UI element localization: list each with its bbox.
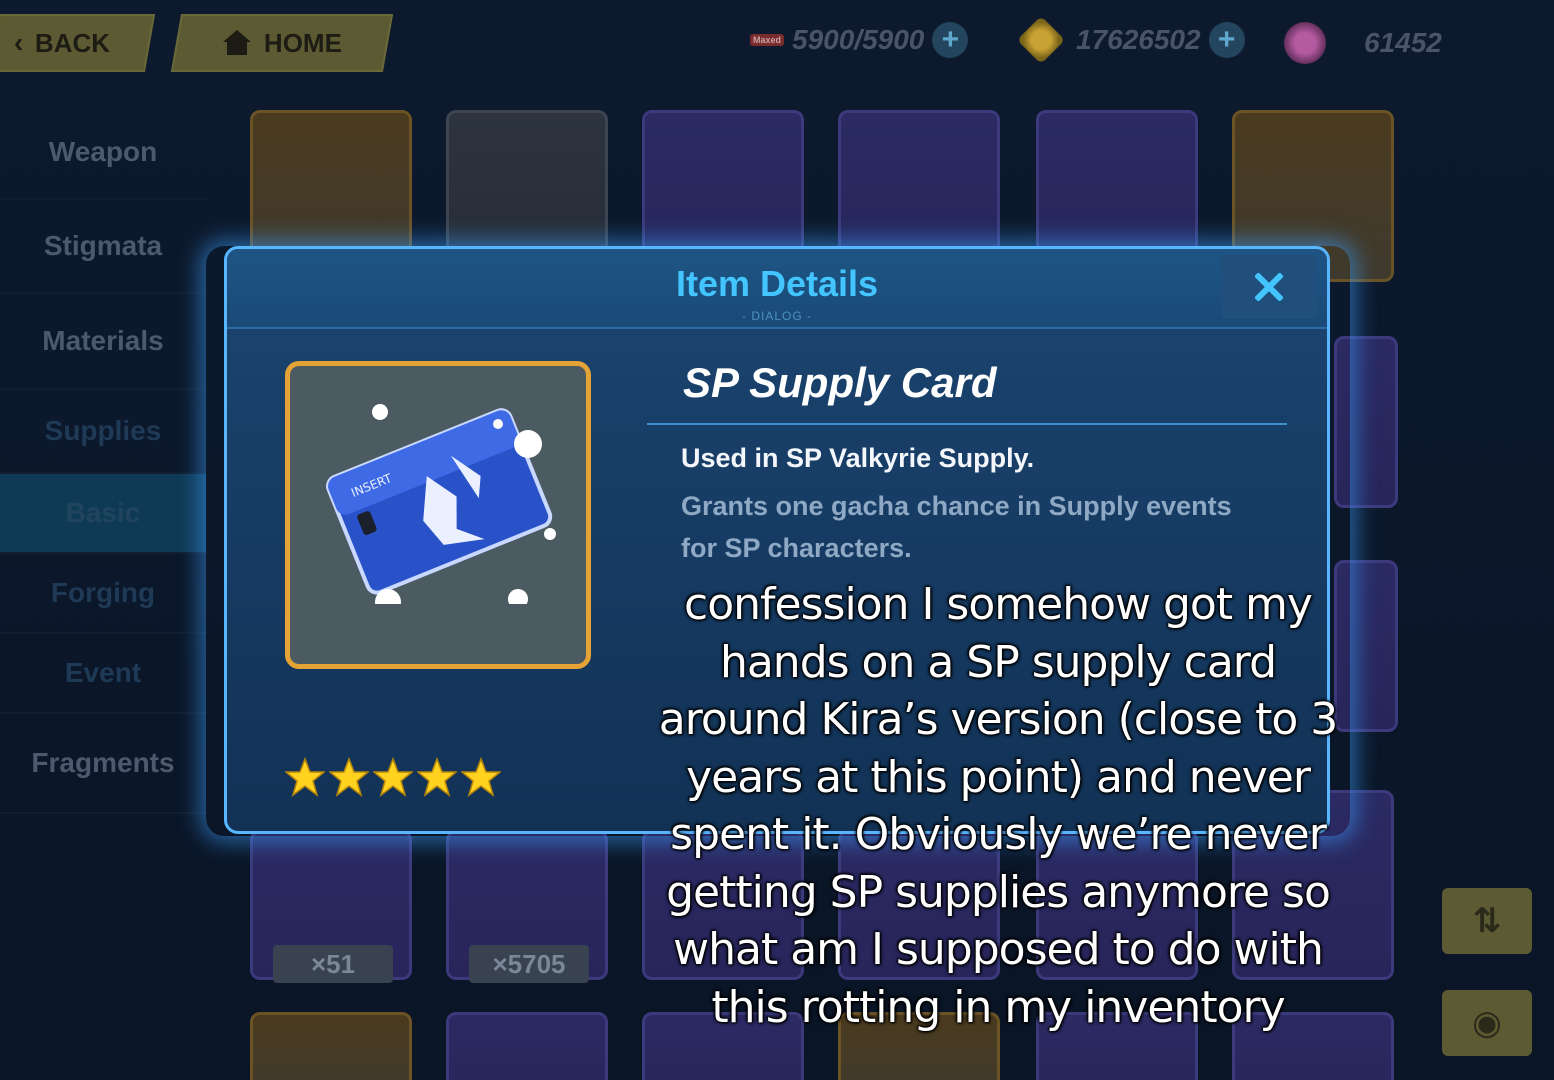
sidebar-item-weapon[interactable]: Weapon bbox=[0, 106, 206, 200]
dialog-header: Item Details - DIALOG - bbox=[227, 249, 1327, 329]
crystal-counter: 61452 bbox=[1284, 22, 1442, 64]
star-icon bbox=[329, 757, 369, 797]
stamina-value: 5900/5900 bbox=[792, 24, 925, 55]
add-stamina-button[interactable]: + bbox=[932, 22, 969, 58]
dialog-subtitle: - DIALOG - bbox=[741, 309, 812, 323]
rarity-stars bbox=[285, 757, 501, 797]
sidebar-item-stigmata[interactable]: Stigmata bbox=[0, 200, 206, 294]
stamina-counter: Maxed 5900/5900 + bbox=[750, 22, 969, 58]
sidebar-item-materials[interactable]: Materials bbox=[0, 294, 206, 390]
back-button[interactable]: ‹ BACK bbox=[0, 14, 156, 72]
sp-supply-card-icon: INSERT bbox=[326, 404, 556, 604]
star-icon bbox=[461, 757, 501, 797]
back-chevron-icon: ‹ bbox=[14, 27, 24, 58]
bag-button[interactable]: ◉ bbox=[1442, 990, 1532, 1056]
maxed-badge: Maxed bbox=[750, 34, 785, 46]
home-icon bbox=[222, 30, 252, 56]
sort-button[interactable]: ⇅ bbox=[1442, 888, 1532, 954]
add-coin-button[interactable]: + bbox=[1208, 22, 1245, 58]
top-bar: ‹ BACK HOME Maxed 5900/5900 + 17626502 +… bbox=[0, 0, 1554, 86]
category-sidebar: Weapon Stigmata Materials Supplies Basic… bbox=[0, 106, 206, 814]
star-icon bbox=[417, 757, 457, 797]
item-count: ×51 bbox=[273, 945, 393, 983]
overlay-caption: confession I somehow got my hands on a S… bbox=[640, 576, 1356, 1036]
item-count: ×5705 bbox=[469, 945, 589, 983]
caption-line: what am I supposed to do with bbox=[673, 924, 1324, 975]
item-name: SP Supply Card bbox=[683, 359, 997, 406]
dialog-title: Item Details bbox=[675, 263, 879, 304]
item-detail: Grants one gacha chance in Supply events… bbox=[681, 485, 1281, 569]
coin-counter: 17626502 + bbox=[1016, 15, 1245, 65]
caption-line: this rotting in my inventory bbox=[711, 981, 1285, 1033]
caption-line: around Kira’s version (close to 3 bbox=[658, 694, 1339, 745]
caption-line: spent it. Obviously we’re never bbox=[670, 809, 1327, 860]
caption-line: confession I somehow got my bbox=[684, 579, 1313, 630]
sidebar-item-event[interactable]: Event bbox=[0, 634, 206, 714]
close-icon bbox=[1254, 272, 1284, 302]
item-detail-line: Grants one gacha chance in Supply events bbox=[681, 491, 1232, 521]
crystal-value: 61452 bbox=[1364, 27, 1442, 58]
caption-line: getting SP supplies anymore so bbox=[666, 866, 1331, 918]
close-button[interactable] bbox=[1221, 255, 1317, 319]
inventory-tile[interactable] bbox=[250, 1012, 412, 1080]
item-detail-line: for SP characters. bbox=[681, 533, 912, 563]
star-icon bbox=[373, 757, 413, 797]
sidebar-item-supplies[interactable]: Supplies bbox=[0, 390, 206, 474]
sidebar-item-fragments[interactable]: Fragments bbox=[0, 714, 206, 814]
crystal-icon bbox=[1284, 22, 1326, 64]
inventory-tile[interactable]: ×51 bbox=[250, 830, 412, 983]
sidebar-item-forging[interactable]: Forging bbox=[0, 554, 206, 634]
inventory-tile[interactable]: ×5705 bbox=[446, 830, 608, 983]
coin-icon bbox=[1016, 15, 1066, 65]
inventory-tile[interactable] bbox=[446, 1012, 608, 1080]
home-button[interactable]: HOME bbox=[170, 14, 394, 72]
sort-icon: ⇅ bbox=[1472, 902, 1502, 940]
bag-icon: ◉ bbox=[1472, 1004, 1502, 1042]
coin-value: 17626502 bbox=[1076, 24, 1201, 55]
item-icon-frame: INSERT bbox=[285, 361, 591, 669]
item-usage: Used in SP Valkyrie Supply. bbox=[681, 443, 1035, 473]
back-label: BACK bbox=[35, 27, 111, 58]
divider bbox=[647, 423, 1287, 425]
sidebar-item-basic[interactable]: Basic bbox=[0, 474, 206, 554]
caption-line: hands on a SP supply card bbox=[719, 636, 1277, 688]
caption-line: years at this point) and never bbox=[686, 751, 1311, 803]
star-icon bbox=[285, 757, 325, 797]
home-label: HOME bbox=[264, 27, 342, 58]
